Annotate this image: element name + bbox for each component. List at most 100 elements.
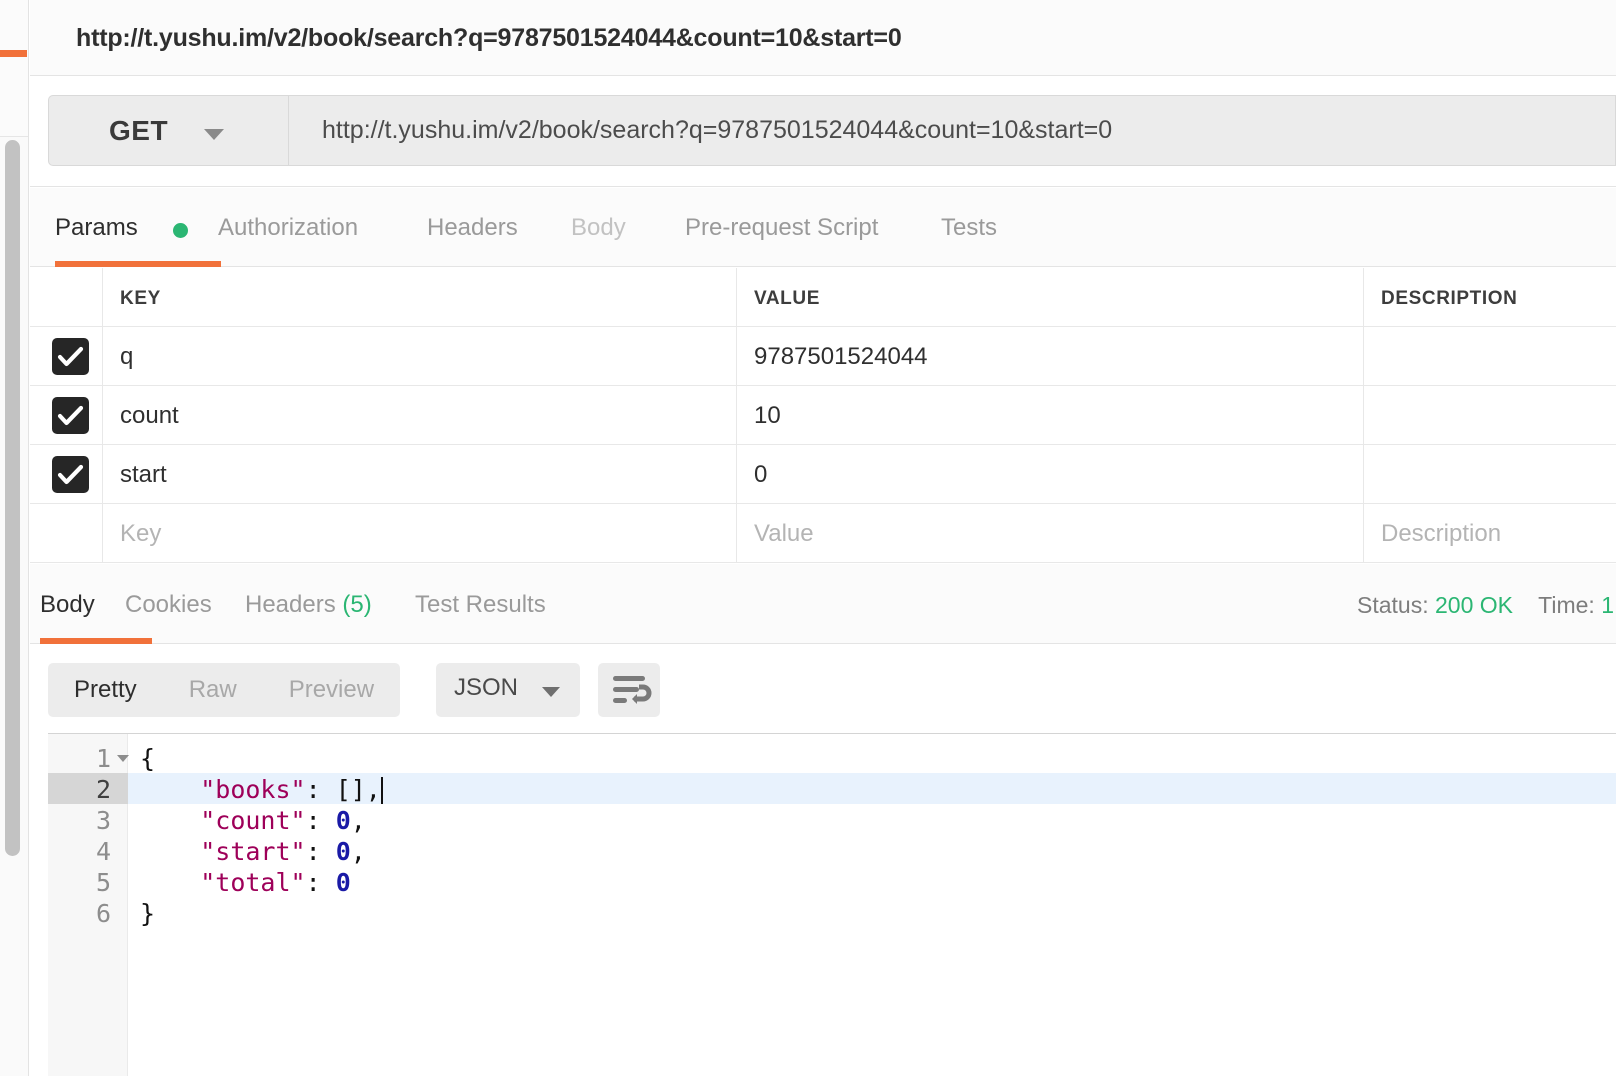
code-line-text: { xyxy=(140,744,155,773)
view-mode-raw[interactable]: Raw xyxy=(163,676,263,704)
cell-checkbox xyxy=(30,386,103,444)
sidebar-scrollbar[interactable] xyxy=(0,138,28,1076)
cell-value[interactable]: 0 xyxy=(737,445,1364,503)
cell-value[interactable]: 10 xyxy=(737,386,1364,444)
response-tab-body[interactable]: Body xyxy=(40,591,95,619)
body-type-dropdown[interactable]: JSON xyxy=(436,663,580,717)
row-key-text: count xyxy=(120,402,179,429)
tab-body[interactable]: Body xyxy=(571,214,626,242)
cell-description[interactable] xyxy=(1364,327,1616,385)
tab-params[interactable]: Params xyxy=(55,214,138,242)
code-line[interactable]: 4 "start": 0, xyxy=(48,835,1616,866)
tab-tests[interactable]: Tests xyxy=(941,214,997,242)
response-tab-cookies[interactable]: Cookies xyxy=(125,591,212,619)
cell-description[interactable] xyxy=(1364,386,1616,444)
url-bar: GET http://t.yushu.im/v2/book/search?q=9… xyxy=(30,77,1616,187)
editor-code-area[interactable]: 1{2 "books": [], 3 "count": 0, 4 "start": … xyxy=(48,734,1616,1076)
method-label: GET xyxy=(109,115,169,146)
table-row: count 10 xyxy=(30,386,1616,445)
code-line[interactable]: 3 "count": 0, xyxy=(48,804,1616,835)
cell-description[interactable] xyxy=(1364,445,1616,503)
code-line[interactable]: 2 "books": [], xyxy=(48,773,1616,804)
url-input-value: http://t.yushu.im/v2/book/search?q=97875… xyxy=(322,116,1113,144)
main-panel: http://t.yushu.im/v2/book/search?q=97875… xyxy=(30,0,1616,1076)
code-line[interactable]: 5 "total": 0 xyxy=(48,866,1616,897)
method-dropdown[interactable]: GET xyxy=(48,95,288,166)
token-punc: : xyxy=(305,775,336,804)
column-header-description: DESCRIPTION xyxy=(1381,288,1518,309)
token-punc: : xyxy=(305,806,336,835)
active-response-tab-underline xyxy=(40,638,152,644)
check-icon xyxy=(57,464,84,485)
row-enabled-checkbox[interactable] xyxy=(52,338,89,375)
cell-description[interactable]: DESCRIPTION xyxy=(1364,268,1616,326)
tab-label: Authorization xyxy=(218,214,359,241)
token-punc: , xyxy=(350,806,366,835)
tab-label: Pre-request Script xyxy=(685,214,879,241)
request-title: http://t.yushu.im/v2/book/search?q=97875… xyxy=(76,24,902,52)
cell-value[interactable]: Value xyxy=(737,504,1364,562)
code-line[interactable]: 6} xyxy=(48,897,1616,928)
cell-description[interactable]: Description xyxy=(1364,504,1616,562)
line-number: 3 xyxy=(95,806,111,835)
token-punc: , xyxy=(350,837,366,866)
check-icon xyxy=(57,346,84,367)
response-tabs: Status: 200 OK Time: 1 Body Cookies Header… xyxy=(30,564,1616,644)
chevron-down-icon xyxy=(542,687,560,697)
tab-pre-request-script[interactable]: Pre-request Script xyxy=(685,214,878,242)
tab-label: Body xyxy=(571,214,626,241)
token-num: 0 xyxy=(335,868,351,897)
response-tab-headers[interactable]: Headers (5) xyxy=(245,591,372,619)
line-number: 4 xyxy=(95,837,111,866)
token-punc: : xyxy=(305,868,336,897)
cell-checkbox xyxy=(30,327,103,385)
row-enabled-checkbox[interactable] xyxy=(52,456,89,493)
token-num: 0 xyxy=(335,806,351,835)
response-body-editor[interactable]: 1{2 "books": [], 3 "count": 0, 4 "start": … xyxy=(48,733,1616,1076)
code-line-text: "start": 0, xyxy=(140,837,366,866)
cell-key[interactable]: Key xyxy=(103,504,737,562)
line-number: 6 xyxy=(95,899,111,928)
active-tab-underline xyxy=(55,261,221,267)
sidebar-scrollbar-thumb[interactable] xyxy=(5,140,20,856)
code-line-text: } xyxy=(140,899,155,928)
new-row-value-placeholder: Value xyxy=(754,520,814,547)
response-tab-test-results[interactable]: Test Results xyxy=(415,591,546,619)
code-line-text: "total": 0 xyxy=(140,868,351,897)
cell-key[interactable]: start xyxy=(103,445,737,503)
chevron-down-icon xyxy=(204,129,224,140)
view-mode-preview[interactable]: Preview xyxy=(263,676,400,704)
table-row: q 9787501524044 xyxy=(30,327,1616,386)
check-icon xyxy=(57,405,84,426)
row-value-text: 10 xyxy=(754,402,781,429)
row-enabled-checkbox[interactable] xyxy=(52,397,89,434)
cell-key[interactable]: count xyxy=(103,386,737,444)
line-number: 1 xyxy=(95,744,111,773)
request-tabs: Params Authorization Headers Body Pre-reques… xyxy=(30,188,1616,267)
tab-headers[interactable]: Headers xyxy=(427,214,518,242)
word-wrap-button[interactable] xyxy=(598,663,660,717)
cell-value[interactable]: 9787501524044 xyxy=(737,327,1364,385)
view-mode-pretty[interactable]: Pretty xyxy=(48,676,163,704)
column-header-value: VALUE xyxy=(754,288,820,309)
tab-authorization[interactable]: Authorization xyxy=(218,214,358,242)
body-type-label: JSON xyxy=(454,674,519,701)
params-modified-dot-icon xyxy=(173,223,188,238)
url-input[interactable]: http://t.yushu.im/v2/book/search?q=97875… xyxy=(288,95,1616,166)
token-key: "start" xyxy=(200,837,306,866)
status-label: Status: xyxy=(1357,592,1429,618)
cell-key[interactable]: q xyxy=(103,327,737,385)
cell-key[interactable]: KEY xyxy=(103,268,737,326)
code-line[interactable]: 1{ xyxy=(48,742,1616,773)
tab-label: Tests xyxy=(941,214,998,241)
row-value-text: 9787501524044 xyxy=(754,343,928,370)
tab-label: Headers xyxy=(427,214,518,241)
response-tab-label: Test Results xyxy=(415,591,546,618)
cell-checkbox xyxy=(30,268,103,326)
row-key-text: start xyxy=(120,461,167,488)
response-tab-label: Cookies xyxy=(125,591,212,618)
cell-value[interactable]: VALUE xyxy=(737,268,1364,326)
token-key: "total" xyxy=(200,868,306,897)
cell-checkbox xyxy=(30,445,103,503)
fold-toggle-icon[interactable] xyxy=(117,755,129,762)
